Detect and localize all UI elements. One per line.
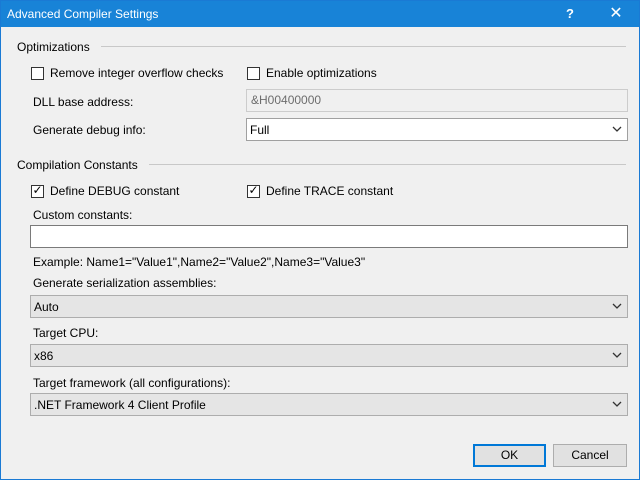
- target-cpu-value: x86: [34, 349, 54, 363]
- define-trace-label: Define TRACE constant: [266, 184, 394, 198]
- compilation-constants-divider: [149, 164, 626, 165]
- dll-base-address-label: DLL base address:: [33, 95, 134, 109]
- chevron-down-icon: [612, 401, 622, 407]
- chevron-down-icon: [612, 126, 622, 132]
- dll-base-address-field: &H00400000: [246, 89, 628, 112]
- enable-optimizations-checkbox[interactable]: Enable optimizations: [247, 66, 377, 80]
- define-trace-checkbox-box[interactable]: ✓: [247, 182, 260, 198]
- custom-constants-label: Custom constants:: [33, 208, 133, 222]
- target-framework-value: .NET Framework 4 Client Profile: [34, 398, 206, 412]
- target-cpu-dropdown[interactable]: x86: [30, 344, 628, 367]
- compilation-constants-heading: Compilation Constants: [17, 158, 138, 172]
- define-debug-checkbox-box[interactable]: ✓: [31, 182, 44, 198]
- chevron-down-icon: [612, 352, 622, 358]
- enable-optimizations-checkbox-box[interactable]: [247, 66, 260, 80]
- window-title: Advanced Compiler Settings: [7, 7, 159, 21]
- dll-base-address-value: &H00400000: [251, 93, 322, 107]
- target-cpu-label: Target CPU:: [33, 326, 99, 340]
- define-debug-label: Define DEBUG constant: [50, 184, 180, 198]
- target-framework-dropdown[interactable]: .NET Framework 4 Client Profile: [30, 393, 628, 416]
- serialization-dropdown[interactable]: Auto: [30, 295, 628, 318]
- optimizations-heading: Optimizations: [17, 40, 90, 54]
- target-framework-label: Target framework (all configurations):: [33, 376, 231, 390]
- close-button[interactable]: ✕: [593, 1, 639, 27]
- help-button[interactable]: ?: [547, 1, 593, 27]
- define-debug-checkbox[interactable]: ✓ Define DEBUG constant: [31, 182, 180, 198]
- cancel-button[interactable]: Cancel: [553, 444, 627, 467]
- debug-info-label: Generate debug info:: [33, 123, 146, 137]
- define-trace-checkbox[interactable]: ✓ Define TRACE constant: [247, 182, 394, 198]
- debug-info-dropdown[interactable]: Full: [246, 118, 628, 141]
- define-debug-check-icon: ✓: [32, 182, 43, 197]
- serialization-label: Generate serialization assemblies:: [33, 276, 217, 290]
- optimizations-divider: [101, 46, 626, 47]
- serialization-value: Auto: [34, 300, 59, 314]
- remove-overflow-checkbox[interactable]: Remove integer overflow checks: [31, 66, 223, 80]
- enable-optimizations-label: Enable optimizations: [266, 66, 377, 80]
- define-trace-check-icon: ✓: [248, 182, 259, 197]
- remove-overflow-checkbox-box[interactable]: [31, 66, 44, 80]
- chevron-down-icon: [612, 303, 622, 309]
- debug-info-value: Full: [250, 123, 270, 137]
- custom-constants-input[interactable]: [30, 225, 628, 248]
- remove-overflow-label: Remove integer overflow checks: [50, 66, 224, 80]
- advanced-compiler-settings-dialog: Advanced Compiler Settings ? ✕ Optimizat…: [0, 0, 640, 480]
- ok-button[interactable]: OK: [473, 444, 546, 467]
- title-bar: Advanced Compiler Settings ? ✕: [1, 1, 639, 27]
- custom-constants-example: Example: Name1="Value1",Name2="Value2",N…: [33, 255, 366, 269]
